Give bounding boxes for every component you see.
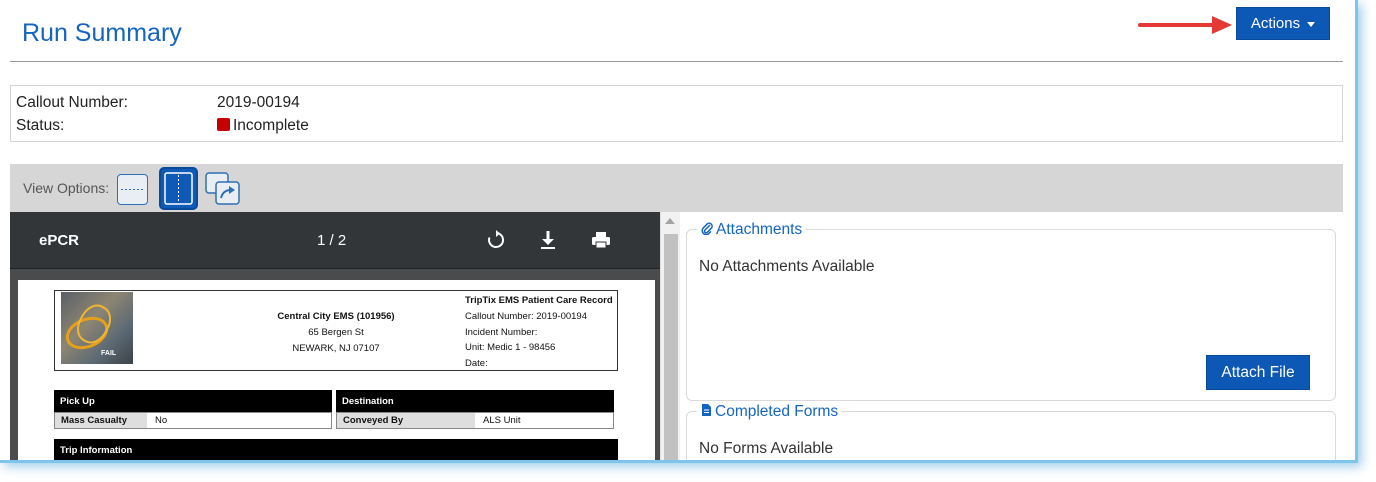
status-indicator-icon xyxy=(217,118,230,131)
popout-window-icon xyxy=(205,172,240,205)
view-options-label: View Options: xyxy=(23,180,110,196)
mass-casualty-row: Mass Casualty No xyxy=(54,412,332,429)
destination-section-header: Destination xyxy=(336,390,614,412)
agency-name: Central City EMS (101956) xyxy=(277,311,395,322)
callout-label: Callout Number: xyxy=(16,94,128,111)
scroll-up-arrow-icon[interactable] xyxy=(665,218,675,224)
run-info-box: Callout Number: 2019-00194 Status: Incompl… xyxy=(10,85,1343,142)
rotate-icon[interactable] xyxy=(487,230,505,250)
agency-info: Central City EMS (101956) 65 Bergen St N… xyxy=(235,309,437,357)
red-arrow-annotation xyxy=(1138,16,1232,34)
status-label: Status: xyxy=(16,117,65,134)
pdf-title: ePCR xyxy=(39,232,80,249)
pickup-section-header: Pick Up xyxy=(54,390,332,412)
agency-address-2: NEWARK, NJ 07107 xyxy=(292,343,380,354)
actions-button-label: Actions xyxy=(1250,15,1301,32)
pdf-toolbar: ePCR 1 / 2 xyxy=(10,212,660,269)
attachments-heading: Attachments xyxy=(697,221,807,239)
agency-address-1: 65 Bergen St xyxy=(308,327,364,338)
record-unit: Unit: Medic 1 - 98456 xyxy=(465,342,556,354)
attach-file-button[interactable]: Attach File xyxy=(1206,355,1310,390)
horizontal-split-icon xyxy=(121,189,144,190)
pdf-scrollbar[interactable] xyxy=(660,212,680,460)
view-options-bar: View Options: xyxy=(10,164,1343,212)
record-info: TripTix EMS Patient Care Record Callout … xyxy=(465,293,613,372)
document-icon xyxy=(702,404,711,416)
download-icon[interactable] xyxy=(540,230,556,250)
horizontal-split-view-button[interactable] xyxy=(117,174,148,205)
pdf-page: FAIL Central City EMS (101956) 65 Bergen… xyxy=(18,280,655,460)
status-row: Status: Incomplete xyxy=(16,117,309,135)
status-value: Incomplete xyxy=(233,117,309,134)
completed-forms-heading: Completed Forms xyxy=(697,403,843,421)
attachments-panel: Attachments No Attachments Available Att… xyxy=(686,221,1336,401)
conveyed-by-label: Conveyed By xyxy=(337,413,475,428)
actions-dropdown-button[interactable]: Actions xyxy=(1236,7,1330,40)
record-date: Date: xyxy=(465,358,488,370)
print-icon[interactable] xyxy=(591,230,611,250)
scroll-thumb[interactable] xyxy=(664,234,678,460)
forms-empty-text: No Forms Available xyxy=(699,440,834,457)
photo-caption: FAIL xyxy=(101,350,117,357)
agency-photo: FAIL xyxy=(61,292,133,364)
mass-casualty-label: Mass Casualty xyxy=(55,413,147,428)
paperclip-icon xyxy=(701,222,713,236)
callout-row: Callout Number: 2019-00194 xyxy=(16,94,300,112)
vertical-split-icon xyxy=(164,172,193,205)
pdf-viewer[interactable]: ePCR 1 / 2 FAIL Central City EMS (101956… xyxy=(10,212,660,460)
attachments-title: Attachments xyxy=(716,221,803,238)
conveyed-by-row: Conveyed By ALS Unit xyxy=(336,412,614,429)
pcr-header: FAIL Central City EMS (101956) 65 Bergen… xyxy=(54,290,618,371)
record-callout: Callout Number: 2019-00194 xyxy=(465,310,587,322)
trip-info-section-header: Trip Information xyxy=(54,439,618,460)
page-title: Run Summary xyxy=(22,19,182,47)
mass-casualty-value: No xyxy=(155,415,168,426)
caret-down-icon xyxy=(1307,22,1316,27)
app-frame: Run Summary Actions Callout Number: 2019-… xyxy=(0,0,1358,463)
vertical-split-view-button[interactable] xyxy=(159,167,198,210)
callout-value: 2019-00194 xyxy=(217,94,300,111)
record-title: TripTix EMS Patient Care Record xyxy=(465,295,613,306)
title-divider xyxy=(10,61,1343,62)
conveyed-by-value: ALS Unit xyxy=(483,415,521,426)
completed-forms-title: Completed Forms xyxy=(715,403,839,420)
pdf-page-indicator: 1 / 2 xyxy=(317,232,347,249)
record-incident: Incident Number: xyxy=(465,326,538,338)
attachments-empty-text: No Attachments Available xyxy=(699,258,875,275)
popout-view-button[interactable] xyxy=(204,171,242,207)
completed-forms-panel: Completed Forms No Forms Available xyxy=(686,403,1336,460)
